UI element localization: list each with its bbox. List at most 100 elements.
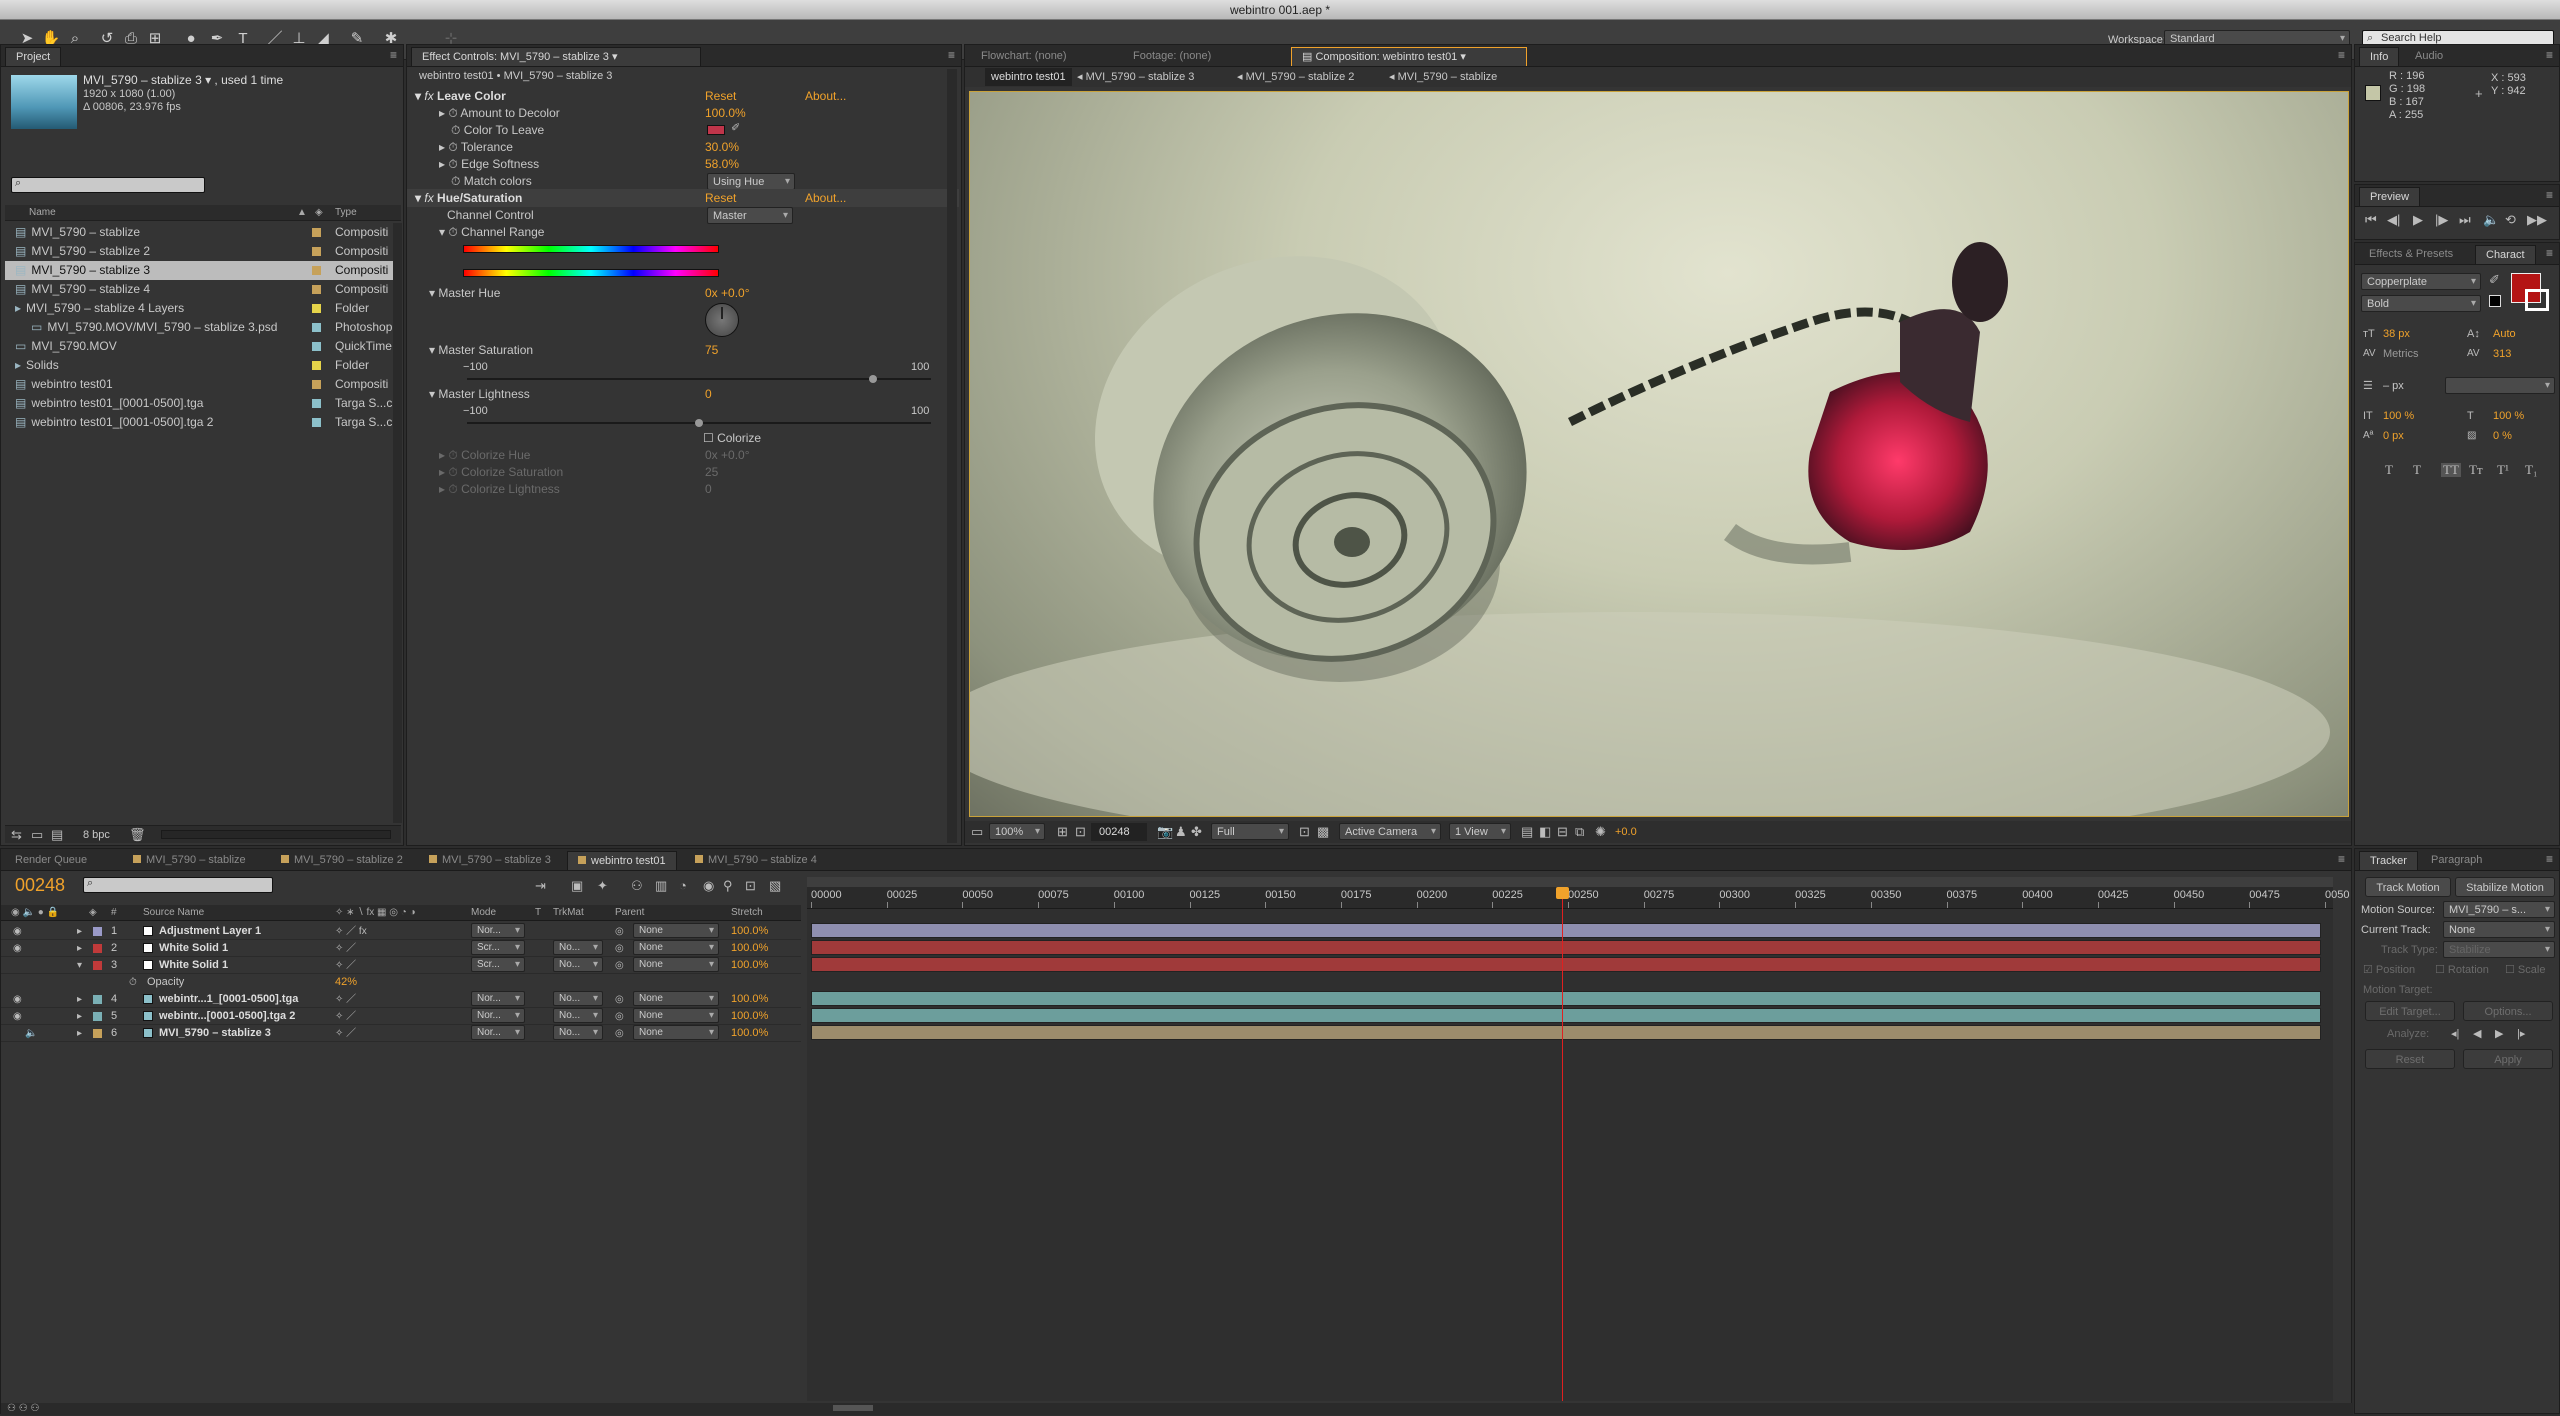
layer-row[interactable]: ◉ ▸ 4 webintr...1_[0001-0500].tga ✧ ／ Nor...… xyxy=(1,991,801,1008)
project-item[interactable]: ▤ MVI_5790 – stablize 2 Compositi xyxy=(5,242,393,261)
layer-duration-bar[interactable] xyxy=(811,940,2321,955)
layer-duration-bar[interactable] xyxy=(811,1025,2321,1040)
playhead-handle[interactable] xyxy=(1555,887,1569,899)
type-style-button[interactable]: T xyxy=(2413,463,2421,477)
font-family-select[interactable]: Copperplate xyxy=(2361,273,2481,290)
kerning-value[interactable]: Metrics xyxy=(2383,345,2418,363)
switches-icons[interactable]: ✧ ／ xyxy=(335,942,356,956)
layer-duration-bar[interactable] xyxy=(811,991,2321,1006)
panel-menu-icon[interactable]: ≡ xyxy=(2546,852,2553,866)
tab-paragraph[interactable]: Paragraph xyxy=(2421,851,2492,870)
label-color-swatch[interactable] xyxy=(312,323,321,332)
layer-row[interactable]: ◉ ▸ 1 Adjustment Layer 1 ✧ ／ fx Nor... ◎ None 10… xyxy=(1,923,801,940)
safe-zones-icon[interactable]: ⊞ xyxy=(1057,825,1068,839)
expand-arrow-icon[interactable]: ▸ xyxy=(77,1027,82,1041)
layer-mode-select[interactable]: Scr... xyxy=(471,957,525,972)
layer-stretch[interactable]: 100.0% xyxy=(731,1024,768,1042)
channel-range-input-bar[interactable] xyxy=(463,245,719,253)
tolerance-value[interactable]: 30.0% xyxy=(705,138,739,156)
visibility-icon[interactable]: ◉ xyxy=(13,993,22,1007)
baseline-shift-value[interactable]: 0 px xyxy=(2383,427,2404,445)
type-style-button[interactable]: TT xyxy=(2441,463,2461,477)
previous-frame-icon[interactable]: ◀| xyxy=(2387,213,2400,227)
layer-row[interactable]: ◉ ▸ 5 webintr...[0001-0500].tga 2 ✧ ／ Nor...… xyxy=(1,1008,801,1025)
master-saturation-knob[interactable] xyxy=(869,375,877,383)
auto-keyframe-icon[interactable]: ⊡ xyxy=(745,879,756,893)
tab-project[interactable]: Project xyxy=(5,47,62,66)
camera-select[interactable]: Active Camera xyxy=(1339,823,1441,840)
label-color-swatch[interactable] xyxy=(312,228,321,237)
graph-editor-icon[interactable]: ⚲ xyxy=(723,879,733,893)
project-item[interactable]: ▭ MVI_5790.MOV QuickTime xyxy=(5,337,393,356)
master-lightness-value[interactable]: 0 xyxy=(705,385,712,403)
layer-label-swatch[interactable] xyxy=(93,961,102,970)
zoom-slider[interactable] xyxy=(833,1405,873,1411)
leave-color-reset[interactable]: Reset xyxy=(705,87,736,105)
breadcrumb-item[interactable]: ◂ MVI_5790 – stablize 2 xyxy=(1237,68,1354,86)
panel-menu-icon[interactable]: ≡ xyxy=(2546,246,2553,260)
loop-icon[interactable]: ⟲ xyxy=(2505,213,2516,227)
layer-label-swatch[interactable] xyxy=(93,995,102,1004)
timeline-tab[interactable]: MVI_5790 – stablize xyxy=(123,851,256,870)
timeline-tab[interactable]: MVI_5790 – stablize 3 xyxy=(419,851,561,870)
master-lightness-knob[interactable] xyxy=(695,419,703,427)
parent-pickwhip-icon[interactable]: ◎ xyxy=(615,1010,624,1024)
label-color-swatch[interactable] xyxy=(312,266,321,275)
label-column-icon[interactable]: ◈ xyxy=(315,205,323,221)
tracking-value[interactable]: 313 xyxy=(2493,345,2511,363)
tolerance-label[interactable]: ▸ ⏱ Tolerance xyxy=(439,138,513,156)
next-frame-icon[interactable]: |▶ xyxy=(2435,213,2448,227)
layer-label-swatch[interactable] xyxy=(93,1012,102,1021)
edge-softness-label[interactable]: ▸ ⏱ Edge Softness xyxy=(439,155,539,173)
layer-label-swatch[interactable] xyxy=(93,1029,102,1038)
master-hue-label[interactable]: ▾ Master Hue xyxy=(429,284,500,302)
type-style-button[interactable]: T xyxy=(2385,463,2393,477)
parent-pickwhip-icon[interactable]: ◎ xyxy=(615,959,624,973)
opacity-property-row[interactable]: ⏱ Opacity 42% xyxy=(1,974,801,991)
tab-composition[interactable]: ▤ Composition: webintro test01 ▾ xyxy=(1291,47,1527,66)
layer-duration-bar[interactable] xyxy=(811,923,2321,938)
layer-row[interactable]: ▾ 3 White Solid 1 ✧ ／ Scr... No... ◎ None 100.0… xyxy=(1,957,801,974)
colorize-lightness-label[interactable]: ▸ ⏱ Colorize Lightness xyxy=(439,480,560,498)
layer-trkmat-select[interactable]: No... xyxy=(553,1008,603,1023)
trash-icon[interactable]: 🗑 xyxy=(129,828,146,842)
project-item[interactable]: ▤ MVI_5790 – stablize 4 Compositi xyxy=(5,280,393,299)
label-color-swatch[interactable] xyxy=(312,342,321,351)
master-hue-value[interactable]: 0x +0.0° xyxy=(705,284,750,302)
channel-range-output-bar[interactable] xyxy=(463,269,719,277)
layer-stretch[interactable]: 100.0% xyxy=(731,922,768,940)
brainstorm-icon[interactable]: ◉ xyxy=(703,879,714,893)
comp-mini-flowchart-icon[interactable]: ⇥ xyxy=(535,879,546,893)
bit-depth[interactable]: 8 bpc xyxy=(83,826,110,844)
type-style-button[interactable]: T₁ xyxy=(2525,463,2537,477)
tab-audio[interactable]: Audio xyxy=(2405,47,2453,66)
label-color-swatch[interactable] xyxy=(312,304,321,313)
column-name[interactable]: Name xyxy=(29,205,56,221)
project-item[interactable]: ▸ MVI_5790 – stablize 4 Layers Folder xyxy=(5,299,393,318)
layer-stretch[interactable]: 100.0% xyxy=(731,1007,768,1025)
layer-parent-select[interactable]: None xyxy=(633,923,719,938)
channel-icon[interactable]: ✤ xyxy=(1191,825,1202,839)
current-track-select[interactable]: None xyxy=(2443,921,2555,938)
snapshot-icon[interactable]: 📷 xyxy=(1157,825,1173,839)
draft-3d-icon[interactable]: ✦ xyxy=(597,879,608,893)
parent-pickwhip-icon[interactable]: ◎ xyxy=(615,942,624,956)
ram-preview-icon[interactable]: ▶▶ xyxy=(2527,213,2547,227)
fast-previews-icon[interactable]: ◧ xyxy=(1539,825,1551,839)
project-item[interactable]: ▤ webintro test01 Compositi xyxy=(5,375,393,394)
channel-range-label[interactable]: ▾ ⏱ Channel Range xyxy=(439,223,544,241)
project-search-input[interactable]: ⌕ xyxy=(11,177,205,193)
vertical-scale-value[interactable]: 100 % xyxy=(2383,407,2414,425)
master-saturation-slider[interactable] xyxy=(467,378,931,380)
tab-info[interactable]: Info xyxy=(2359,47,2400,66)
breadcrumb-item[interactable]: webintro test01 xyxy=(985,68,1072,86)
switches-icons[interactable]: ✧ ／ xyxy=(335,993,356,1007)
layer-label-swatch[interactable] xyxy=(93,944,102,953)
composition-canvas[interactable] xyxy=(969,91,2349,817)
layer-parent-select[interactable]: None xyxy=(633,991,719,1006)
resolution-select[interactable]: Full xyxy=(1211,823,1289,840)
stroke-width-value[interactable]: – px xyxy=(2383,377,2404,395)
black-swatch[interactable] xyxy=(2489,295,2501,307)
audio-icon[interactable]: 🔈 xyxy=(2483,213,2499,227)
edge-softness-value[interactable]: 58.0% xyxy=(705,155,739,173)
